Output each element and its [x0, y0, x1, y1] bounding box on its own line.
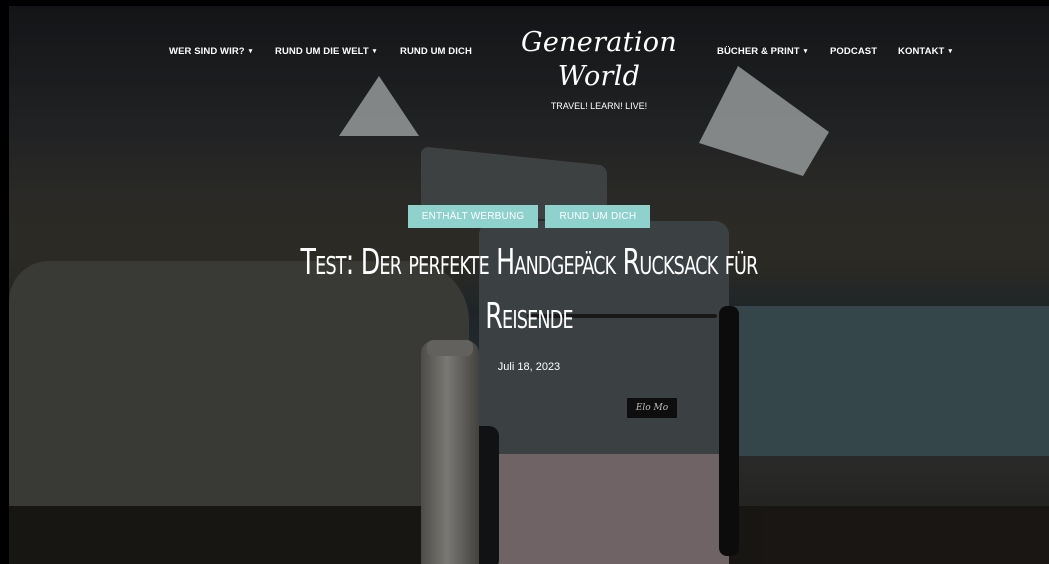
chevron-down-icon: ▾	[948, 48, 953, 55]
chevron-down-icon: ▾	[248, 48, 253, 55]
post-date: Juli 18, 2023	[497, 361, 561, 373]
nav-item-wer-sind-wir[interactable]: WER SIND WIR? ▾	[169, 46, 252, 57]
page-frame: Elo Mo WER SIND WIR? ▾ RUND UM DIE WELT ▾ …	[0, 0, 1049, 564]
logo-text: Generation World	[520, 27, 678, 92]
nav-item-label: RUND UM DICH	[400, 46, 472, 57]
hero-image: Elo Mo WER SIND WIR? ▾ RUND UM DIE WELT ▾ …	[9, 6, 1049, 564]
post-title: Test: Der perfekte Handgepäck Rucksack f…	[300, 242, 758, 337]
nav-item-podcast[interactable]: PODCAST	[830, 46, 877, 57]
nav-item-label: WER SIND WIR?	[169, 46, 245, 57]
chevron-down-icon: ▾	[803, 48, 808, 55]
nav-item-label: PODCAST	[830, 46, 878, 57]
nav-item-label: RUND UM DIE WELT	[275, 46, 369, 57]
nav-item-rund-um-die-welt[interactable]: RUND UM DIE WELT ▾	[275, 46, 376, 57]
tag-rund-um-dich[interactable]: RUND UM DICH	[545, 205, 651, 228]
site-logo[interactable]: Generation World TRAVEL! LEARN! LIVE!	[489, 26, 709, 111]
site-tagline: TRAVEL! LEARN! LIVE!	[550, 101, 648, 111]
nav-item-buecher-print[interactable]: BÜCHER & PRINT ▾	[717, 46, 807, 57]
nav-item-label: BÜCHER & PRINT	[717, 46, 800, 57]
post-tags: ENTHÄLT WERBUNG RUND UM DICH	[9, 204, 1049, 228]
nav-item-rund-um-dich[interactable]: RUND UM DICH	[400, 46, 472, 57]
nav-item-kontakt[interactable]: KONTAKT ▾	[898, 46, 952, 57]
nav-item-label: KONTAKT	[898, 46, 945, 57]
chevron-down-icon: ▾	[372, 48, 377, 55]
tag-enthaelt-werbung[interactable]: ENTHÄLT WERBUNG	[407, 205, 539, 228]
